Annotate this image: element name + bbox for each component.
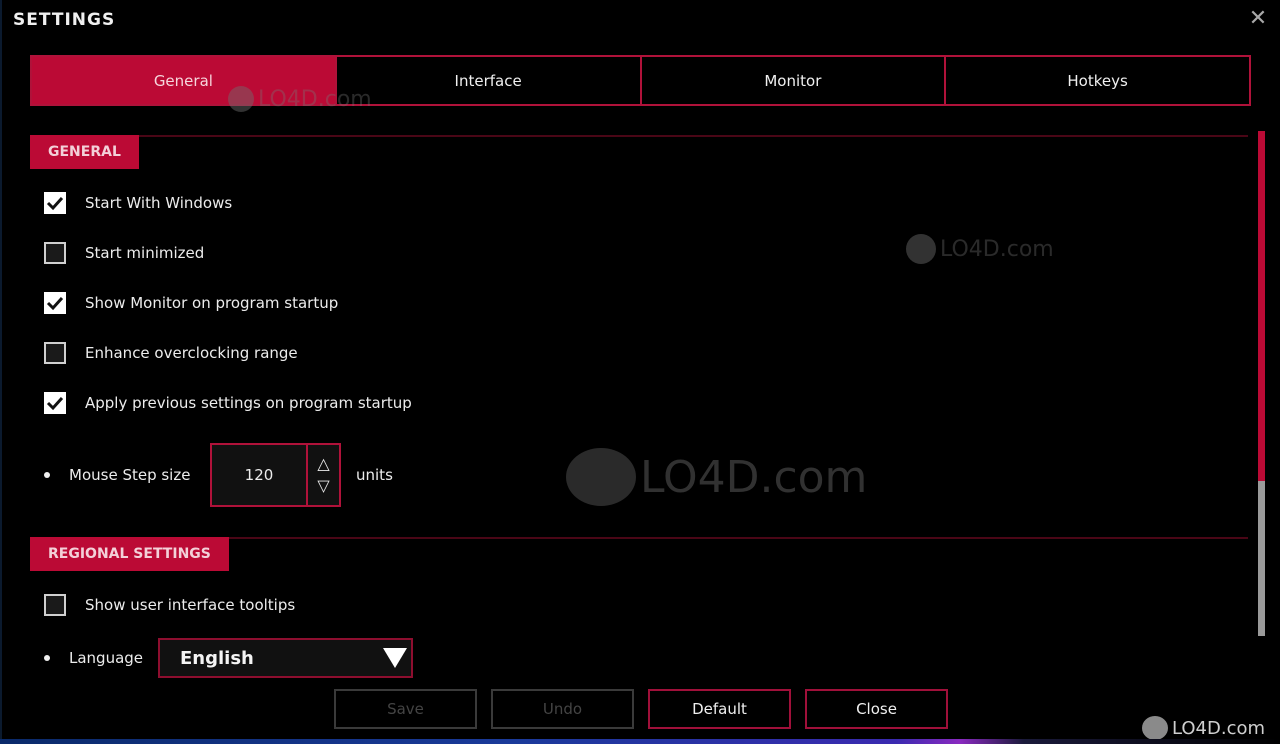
bullet-icon [44, 472, 50, 478]
section-divider [30, 135, 1248, 137]
checkmark-icon [46, 296, 64, 311]
close-x-icon[interactable]: ✕ [1247, 8, 1269, 30]
option-show-monitor[interactable]: Show Monitor on program startup [44, 291, 338, 315]
watermark-text: LO4D.com [640, 451, 868, 503]
dropdown-arrow-icon [383, 648, 407, 668]
language-label: Language [69, 649, 144, 667]
option-apply-previous-settings[interactable]: Apply previous settings on program start… [44, 391, 412, 415]
undo-button[interactable]: Undo [491, 689, 634, 729]
option-start-with-windows[interactable]: Start With Windows [44, 191, 232, 215]
option-label: Start With Windows [85, 194, 233, 212]
stepper-arrows: △ ▽ [308, 445, 339, 505]
tab-monitor[interactable]: Monitor [641, 55, 947, 106]
close-button[interactable]: Close [805, 689, 948, 729]
language-row: Language English [44, 638, 413, 678]
decrement-down-icon[interactable]: ▽ [317, 478, 329, 494]
scrollbar-thumb[interactable] [1258, 131, 1265, 481]
option-show-tooltips[interactable]: Show user interface tooltips [44, 593, 295, 617]
save-button[interactable]: Save [334, 689, 477, 729]
watermark-text: LO4D.com [258, 86, 372, 112]
watermark-logo-icon [906, 234, 936, 264]
desktop-taskbar-edge [0, 739, 1280, 744]
mouse-step-row: Mouse Step size 120 △ ▽ units [44, 443, 393, 507]
option-label: Apply previous settings on program start… [85, 394, 412, 412]
tab-bar: General Interface Monitor Hotkeys [30, 55, 1251, 106]
mouse-step-label: Mouse Step size [69, 466, 191, 484]
tab-hotkeys[interactable]: Hotkeys [946, 55, 1251, 106]
bullet-icon [44, 655, 50, 661]
watermark-logo-icon [1142, 716, 1168, 740]
watermark-text: LO4D.com [1172, 717, 1266, 739]
section-heading-general: GENERAL [30, 135, 139, 169]
option-label: Show user interface tooltips [85, 596, 296, 614]
scrollbar[interactable] [1258, 131, 1265, 676]
watermark-logo-icon [566, 448, 636, 506]
default-button[interactable]: Default [648, 689, 791, 729]
checkmark-icon [46, 396, 64, 411]
option-label: Show Monitor on program startup [85, 294, 339, 312]
window-edge [0, 0, 2, 744]
window-title: SETTINGS [13, 10, 116, 30]
mouse-step-stepper[interactable]: 120 △ ▽ [210, 443, 341, 507]
language-select[interactable]: English [158, 638, 413, 678]
scrollbar-track-remaining[interactable] [1258, 481, 1265, 636]
watermark: LO4D.com [906, 234, 1054, 264]
mouse-step-units: units [356, 466, 393, 484]
watermark-text: LO4D.com [940, 236, 1054, 262]
watermark-logo-icon [228, 86, 254, 112]
checkmark-icon [46, 196, 64, 211]
mouse-step-input[interactable]: 120 [212, 445, 308, 505]
checkbox-show-monitor[interactable] [44, 292, 66, 314]
section-heading-regional: REGIONAL SETTINGS [30, 537, 229, 571]
option-start-minimized[interactable]: Start minimized [44, 241, 204, 265]
checkbox-enhance-overclocking[interactable] [44, 342, 66, 364]
tab-interface[interactable]: Interface [336, 55, 642, 106]
checkbox-apply-previous-settings[interactable] [44, 392, 66, 414]
watermark: LO4D.com [1142, 716, 1265, 740]
watermark: LO4D.com [566, 448, 867, 506]
language-value: English [180, 647, 254, 669]
option-label: Enhance overclocking range [85, 344, 298, 362]
checkbox-start-minimized[interactable] [44, 242, 66, 264]
checkbox-start-with-windows[interactable] [44, 192, 66, 214]
increment-up-icon[interactable]: △ [317, 456, 329, 472]
option-enhance-overclocking[interactable]: Enhance overclocking range [44, 341, 298, 365]
option-label: Start minimized [85, 244, 205, 262]
watermark: LO4D.com [228, 86, 372, 112]
checkbox-show-tooltips[interactable] [44, 594, 66, 616]
